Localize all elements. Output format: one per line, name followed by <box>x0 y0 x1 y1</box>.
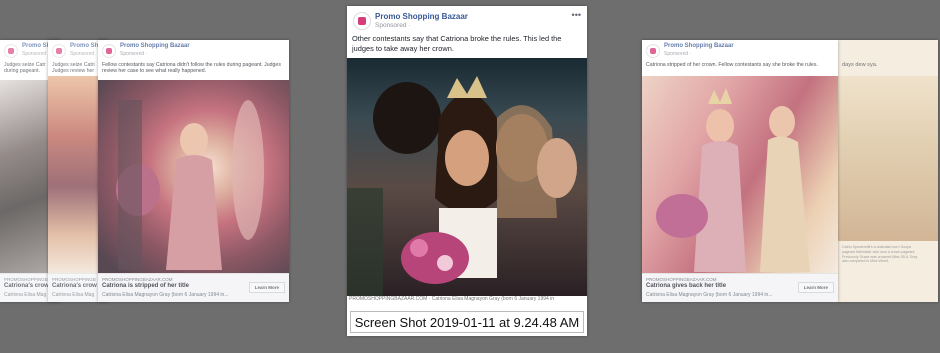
ad-header: Promo Shopping Bazaar Sponsored · ••• <box>347 6 587 34</box>
link-description: Catriona Elisa Magnayon Gray (born 6 Jan… <box>102 292 229 298</box>
screenshot-filename-label: Screen Shot 2019-01-11 at 9.24.48 AM <box>350 311 584 333</box>
learn-more-button[interactable]: Learn More <box>248 282 285 293</box>
link-domain: PROMOSHOPPINGBAZAAR.COM <box>102 277 173 282</box>
ad-footer[interactable]: PROMOSHOPPINGBAZAAR.COM Catriona is stri… <box>98 273 289 302</box>
ad-photo[interactable] <box>642 76 838 274</box>
ad-header: Promo Shopping Bazaar Sponsored · <box>642 40 838 62</box>
ad-card-main[interactable]: Promo Shopping Bazaar Sponsored · ••• Ot… <box>347 6 587 336</box>
ad-text: days dew sya. <box>842 62 878 68</box>
ad-footer[interactable]: PROMOSHOPPINGBAZAAR.COM Catriona gives b… <box>642 273 838 302</box>
link-domain: PROMOSHOPPINGBAZAAR.COM <box>646 277 717 282</box>
link-domain: PROMOSHOPPINGB <box>52 277 96 282</box>
page-name[interactable]: Promo Shopping Bazaar <box>664 43 734 49</box>
page-name[interactable]: Promo Shopping Bazaar <box>120 43 190 49</box>
link-headline[interactable]: Catriona's crow <box>52 283 97 289</box>
side-description: Catriu Sposterstill's a dustralan born S… <box>842 245 918 264</box>
link-headline[interactable]: Catriona's crow <box>4 283 49 289</box>
sponsored-label: Sponsored · <box>375 22 411 29</box>
learn-more-button[interactable]: Learn More <box>797 282 834 293</box>
link-headline[interactable]: Catriona is stripped of her title <box>102 283 189 289</box>
ad-header: Promo Shopping Bazaar Sponsored · <box>98 40 289 62</box>
ad-photo-illustration <box>347 76 577 296</box>
sponsored-label: Sponsored <box>22 51 47 57</box>
link-description: Catriona Elisa Magnayon Gray (born 6 Jan… <box>646 292 773 298</box>
ad-photo-illustration <box>116 100 264 270</box>
ad-card-right[interactable]: Promo Shopping Bazaar Sponsored · Catrio… <box>642 40 838 302</box>
ad-photo-illustration <box>656 88 810 272</box>
main-card-link-peek: PROMOSHOPPINGBAZAAR.COM · Catriona Elisa… <box>349 296 555 302</box>
brand-logo-icon <box>102 44 116 58</box>
sponsored-label: Sponsored · <box>664 51 692 57</box>
ad-text: Fellow contestants say Catriona didn't f… <box>102 62 281 75</box>
link-headline[interactable]: Catriona gives back her title <box>646 283 726 289</box>
ad-photo[interactable] <box>98 80 289 274</box>
ad-text: Other contestants say that Catriona brok… <box>352 34 562 53</box>
link-domain: PROMOSHOPPINGB <box>4 277 48 282</box>
ad-photo[interactable] <box>838 76 938 241</box>
brand-logo-icon <box>646 44 660 58</box>
brand-logo-icon <box>52 44 66 58</box>
brand-logo-icon <box>353 12 371 30</box>
sponsored-label: Sponsored <box>70 51 95 57</box>
page-name[interactable]: Promo Shopping Bazaar <box>375 12 468 21</box>
ad-text: Catriona stripped of her crown. Fellow c… <box>646 62 818 68</box>
link-description: Catriona Elisa Mag <box>52 292 95 298</box>
sponsored-label: Sponsored · <box>120 51 148 57</box>
brand-logo-icon <box>4 44 18 58</box>
ad-card-left[interactable]: Promo Shopping Bazaar Sponsored · Fellow… <box>98 40 289 302</box>
link-description: Catriona Elisa Mag <box>4 292 47 298</box>
ad-card-far-right[interactable]: days dew sya. Catriu Sposterstill's a du… <box>838 40 938 302</box>
ad-photo[interactable] <box>347 58 587 296</box>
more-options-icon[interactable]: ••• <box>572 10 581 20</box>
